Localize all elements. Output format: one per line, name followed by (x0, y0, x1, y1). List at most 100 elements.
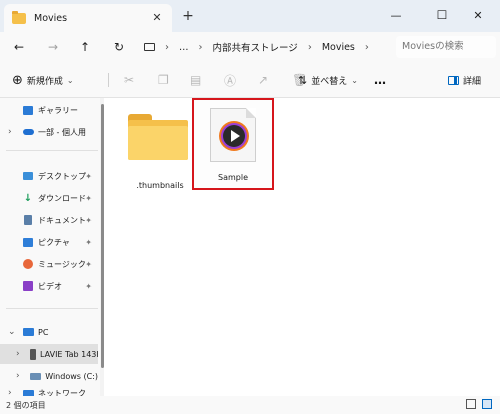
divider (108, 73, 109, 87)
folder-icon (128, 114, 188, 160)
rename-icon: Ⓐ (224, 73, 237, 88)
drive-icon (30, 370, 42, 382)
minimize-button[interactable]: — (376, 2, 416, 28)
chevron-right-icon: › (364, 41, 369, 53)
navigation-bar: ← → ↑ ↻ › … › 内部共有ストレージ › Movies › Movie… (0, 32, 500, 62)
paste-icon: ▤ (190, 73, 202, 87)
scissors-icon: ✂ (124, 73, 135, 87)
file-list: .thumbnails Sample (104, 98, 500, 396)
file-item-sample[interactable]: Sample (192, 98, 274, 190)
video-file-icon (210, 108, 256, 162)
music-icon (22, 258, 34, 270)
pin-icon: ✦ (85, 281, 92, 291)
cloud-icon (22, 126, 34, 138)
document-icon (22, 214, 34, 226)
large-icons-view-icon[interactable] (482, 399, 492, 409)
close-window-button[interactable]: ✕ (458, 2, 498, 28)
file-name: Sample (218, 173, 248, 182)
breadcrumb-movies[interactable]: Movies (322, 42, 355, 53)
new-button[interactable]: ⊕ 新規作成 ⌄ (12, 70, 74, 90)
sidebar-item-gallery[interactable]: ギャラリー (0, 100, 98, 120)
address-bar[interactable]: › … › 内部共有ストレージ › Movies › (140, 36, 390, 58)
see-more-button[interactable]: … (374, 70, 386, 90)
chevron-right-icon: › (307, 41, 312, 53)
breadcrumb-internal-storage[interactable]: 内部共有ストレージ (213, 40, 298, 54)
sidebar-item-pictures[interactable]: ピクチャ ✦ (0, 232, 98, 252)
copy-icon: ❐ (158, 73, 169, 87)
pin-icon: ✦ (85, 259, 92, 269)
divider (6, 308, 98, 309)
rename-button[interactable]: Ⓐ (224, 70, 236, 90)
close-tab-icon[interactable]: ✕ (150, 11, 164, 25)
refresh-button[interactable]: ↻ (110, 38, 128, 56)
divider (6, 150, 98, 151)
sidebar-item-label: Windows (C:) (45, 371, 98, 381)
chevron-down-icon: ⌄ (351, 75, 358, 85)
chevron-down-icon[interactable]: ⌄ (8, 327, 16, 337)
folder-icon (12, 10, 26, 24)
sidebar-item-label: ビデオ (38, 281, 62, 291)
video-icon (22, 280, 34, 292)
sidebar-item-downloads[interactable]: ↓ ダウンロード ✦ (0, 188, 98, 208)
desktop-icon (22, 170, 34, 182)
plus-icon: ⊕ (12, 72, 23, 88)
pin-icon: ✦ (85, 215, 92, 225)
overflow-button[interactable]: … (179, 42, 189, 53)
details-view-icon[interactable] (466, 399, 476, 409)
file-name: .thumbnails (136, 181, 184, 190)
tab-title: Movies (34, 12, 68, 24)
sort-button[interactable]: ⇅ 並べ替え ⌄ (298, 70, 358, 90)
sidebar-item-label: LAVIE Tab 143H (40, 349, 98, 359)
chevron-right-icon[interactable]: › (8, 127, 12, 137)
sidebar-item-music[interactable]: ミュージック ✦ (0, 254, 98, 274)
pictures-icon (22, 236, 34, 248)
tablet-icon (30, 348, 36, 360)
chevron-right-icon[interactable]: › (16, 349, 20, 359)
copy-button[interactable]: ❐ (158, 70, 169, 90)
chevron-right-icon[interactable]: › (16, 371, 20, 381)
pin-icon: ✦ (85, 193, 92, 203)
file-item-thumbnails[interactable]: .thumbnails (120, 106, 200, 192)
download-icon: ↓ (23, 192, 33, 204)
search-input[interactable]: Moviesの検索 (396, 36, 496, 58)
pc-icon (22, 326, 34, 338)
sidebar-item-label: デスクトップ (38, 171, 86, 181)
details-pane-icon (448, 75, 459, 85)
new-label: 新規作成 (26, 76, 63, 87)
navigation-pane: ギャラリー › 一部 - 個人用 デスクトップ ✦ ↓ ダウンロード ✦ ドキュ… (0, 98, 100, 398)
play-icon (231, 130, 240, 142)
status-bar: 2 個の項目 (0, 396, 500, 414)
sidebar-item-pc[interactable]: ⌄ PC (0, 322, 98, 342)
gallery-icon (22, 104, 34, 116)
sidebar-item-label: ピクチャ (38, 237, 70, 247)
sidebar-item-videos[interactable]: ビデオ ✦ (0, 276, 98, 296)
monitor-icon (144, 43, 155, 51)
pin-icon: ✦ (85, 237, 92, 247)
pin-icon: ✦ (85, 171, 92, 181)
sort-label: 並べ替え (311, 76, 348, 87)
command-bar: ⊕ 新規作成 ⌄ ✂ ❐ ▤ Ⓐ ↗ 🗑 ⇅ 並べ替え ⌄ … 詳細 (0, 62, 500, 98)
details-button[interactable]: 詳細 (448, 70, 481, 90)
up-button[interactable]: ↑ (76, 38, 94, 56)
sidebar-item-drive-c[interactable]: › Windows (C:) (0, 366, 98, 386)
chevron-right-icon: › (198, 41, 203, 53)
chevron-right-icon: › (165, 41, 169, 53)
title-bar: Movies ✕ + — ☐ ✕ (0, 0, 500, 32)
item-count: 2 個の項目 (6, 401, 46, 410)
sidebar-item-desktop[interactable]: デスクトップ ✦ (0, 166, 98, 186)
forward-button[interactable]: → (44, 38, 62, 56)
share-icon: ↗ (258, 73, 269, 87)
paste-button[interactable]: ▤ (190, 70, 201, 90)
sidebar-item-label: ダウンロード (38, 193, 86, 203)
back-button[interactable]: ← (10, 38, 28, 56)
cut-button[interactable]: ✂ (124, 70, 134, 90)
sidebar-item-device[interactable]: › LAVIE Tab 143H (0, 344, 98, 364)
share-button[interactable]: ↗ (258, 70, 268, 90)
sidebar-item-label: ミュージック (38, 259, 86, 269)
new-tab-button[interactable]: + (180, 8, 196, 24)
sidebar-item-onedrive[interactable]: › 一部 - 個人用 (0, 122, 98, 142)
tab-movies[interactable]: Movies ✕ (4, 4, 172, 32)
maximize-button[interactable]: ☐ (422, 2, 462, 28)
sidebar-item-documents[interactable]: ドキュメント ✦ (0, 210, 98, 230)
sidebar-item-label: ギャラリー (38, 105, 78, 115)
